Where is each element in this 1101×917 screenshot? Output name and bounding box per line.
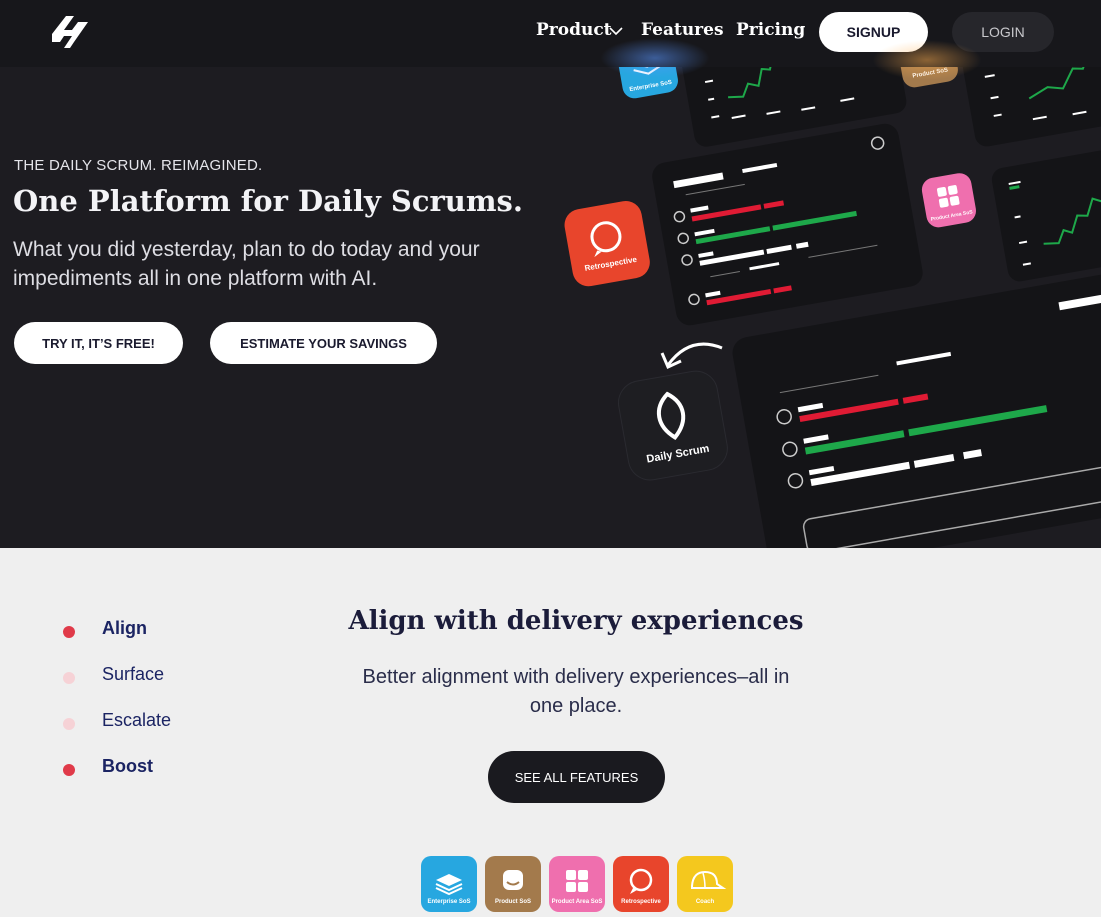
nav-link-product[interactable]: Product bbox=[536, 20, 612, 40]
badge-product-area-sos: Product Area SoS bbox=[921, 173, 977, 228]
app-caption: Product SoS bbox=[494, 899, 531, 905]
login-button[interactable]: LOGIN bbox=[952, 12, 1054, 52]
step-dot bbox=[63, 764, 75, 776]
hero-eyebrow: THE DAILY SCRUM. REIMAGINED. bbox=[14, 157, 263, 174]
estimate-savings-button[interactable]: ESTIMATE YOUR SAVINGS bbox=[210, 322, 437, 364]
nav-link-pricing[interactable]: Pricing bbox=[736, 20, 805, 40]
features-subtitle: Better alignment with delivery experienc… bbox=[362, 666, 790, 717]
hero-section: Enterprise SoS Product SoS Retrospective… bbox=[0, 0, 1101, 548]
step-align[interactable]: Align bbox=[60, 612, 260, 642]
step-dot bbox=[63, 626, 75, 638]
nav-link-features[interactable]: Features bbox=[641, 20, 724, 40]
badge-daily-scrum: Daily Scrum bbox=[617, 370, 728, 481]
app-caption: Enterprise SoS bbox=[427, 899, 471, 905]
signup-button[interactable]: SIGNUP bbox=[819, 12, 928, 52]
step-dot bbox=[63, 672, 75, 684]
product-illustration: Enterprise SoS Product SoS Retrospective… bbox=[564, 12, 1101, 548]
see-all-features-button[interactable]: SEE ALL FEATURES bbox=[488, 751, 665, 803]
app-product-sos[interactable]: Product SoS bbox=[485, 856, 541, 912]
features-title: Align with delivery experiences bbox=[348, 606, 804, 636]
app-coach[interactable]: Coach bbox=[677, 856, 733, 912]
app-caption: Coach bbox=[695, 899, 715, 905]
top-nav: Product Features Pricing SIGNUP LOGIN bbox=[0, 0, 1101, 67]
brand-logo-icon[interactable] bbox=[48, 12, 94, 52]
app-enterprise-sos[interactable]: Enterprise SoS bbox=[421, 856, 477, 912]
app-icon-row: Enterprise SoS Product SoS Product Area … bbox=[421, 856, 741, 912]
scrum-card-1 bbox=[652, 123, 923, 326]
step-dot bbox=[63, 718, 75, 730]
chevron-down-icon[interactable] bbox=[609, 26, 623, 36]
app-product-area-sos[interactable]: Product Area SoS bbox=[549, 856, 605, 912]
step-label: Escalate bbox=[102, 710, 172, 730]
step-label: Align bbox=[102, 618, 147, 638]
step-label: Surface bbox=[102, 664, 165, 684]
step-escalate[interactable]: Escalate bbox=[60, 704, 260, 734]
step-surface[interactable]: Surface bbox=[60, 658, 260, 688]
step-label: Boost bbox=[102, 756, 153, 776]
badge-retrospective: Retrospective bbox=[564, 200, 650, 287]
hero-subtitle: What you did yesterday, plan to do today… bbox=[13, 238, 480, 290]
hero-title: One Platform for Daily Scrums. bbox=[13, 184, 523, 218]
app-retrospective[interactable]: Retrospective bbox=[613, 856, 669, 912]
step-boost[interactable]: Boost bbox=[60, 750, 260, 780]
chart-card-3 bbox=[991, 149, 1101, 282]
try-free-button[interactable]: TRY IT, IT’S FREE! bbox=[14, 322, 183, 364]
app-caption: Retrospective bbox=[621, 899, 661, 905]
scrum-card-2 bbox=[732, 269, 1101, 548]
app-caption: Product Area SoS bbox=[551, 899, 603, 905]
